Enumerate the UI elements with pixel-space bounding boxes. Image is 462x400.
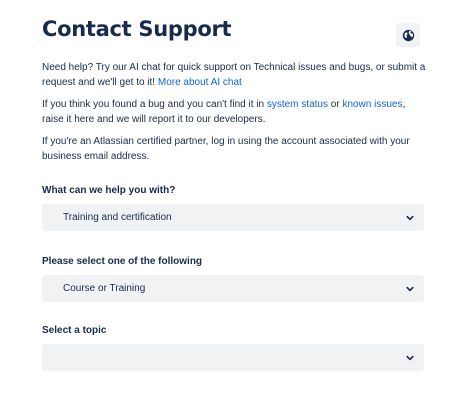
- chevron-down-icon: [406, 354, 414, 362]
- intro-bug-text-a: If you think you found a bug and you can…: [42, 99, 267, 110]
- page-title: Contact Support: [42, 17, 232, 41]
- help-topic-value: Training and certification: [63, 212, 172, 223]
- request-type-value: Course or Training: [63, 283, 146, 294]
- intro-bug-report: If you think you found a bug and you can…: [42, 97, 426, 127]
- intro-partner-note: If you're an Atlassian certified partner…: [42, 136, 410, 162]
- contact-support-page: Contact Support Need help? Try our AI ch…: [0, 0, 462, 400]
- language-button[interactable]: [396, 23, 420, 47]
- request-type-label: Please select one of the following: [42, 256, 203, 267]
- globe-icon: [402, 29, 415, 42]
- system-status-link[interactable]: system status: [267, 99, 328, 110]
- chevron-down-icon: [406, 285, 414, 293]
- known-issues-link[interactable]: known issues: [342, 99, 402, 110]
- chevron-down-icon: [406, 214, 414, 222]
- intro-bug-text-b: or: [327, 99, 343, 110]
- help-topic-label: What can we help you with?: [42, 185, 176, 196]
- help-topic-select[interactable]: Training and certification: [42, 204, 424, 231]
- topic-label: Select a topic: [42, 325, 107, 336]
- topic-select[interactable]: [42, 344, 424, 371]
- more-about-ai-chat-link[interactable]: More about AI chat: [158, 77, 242, 88]
- intro-ai-chat: Need help? Try our AI chat for quick sup…: [42, 60, 426, 90]
- request-type-select[interactable]: Course or Training: [42, 275, 424, 302]
